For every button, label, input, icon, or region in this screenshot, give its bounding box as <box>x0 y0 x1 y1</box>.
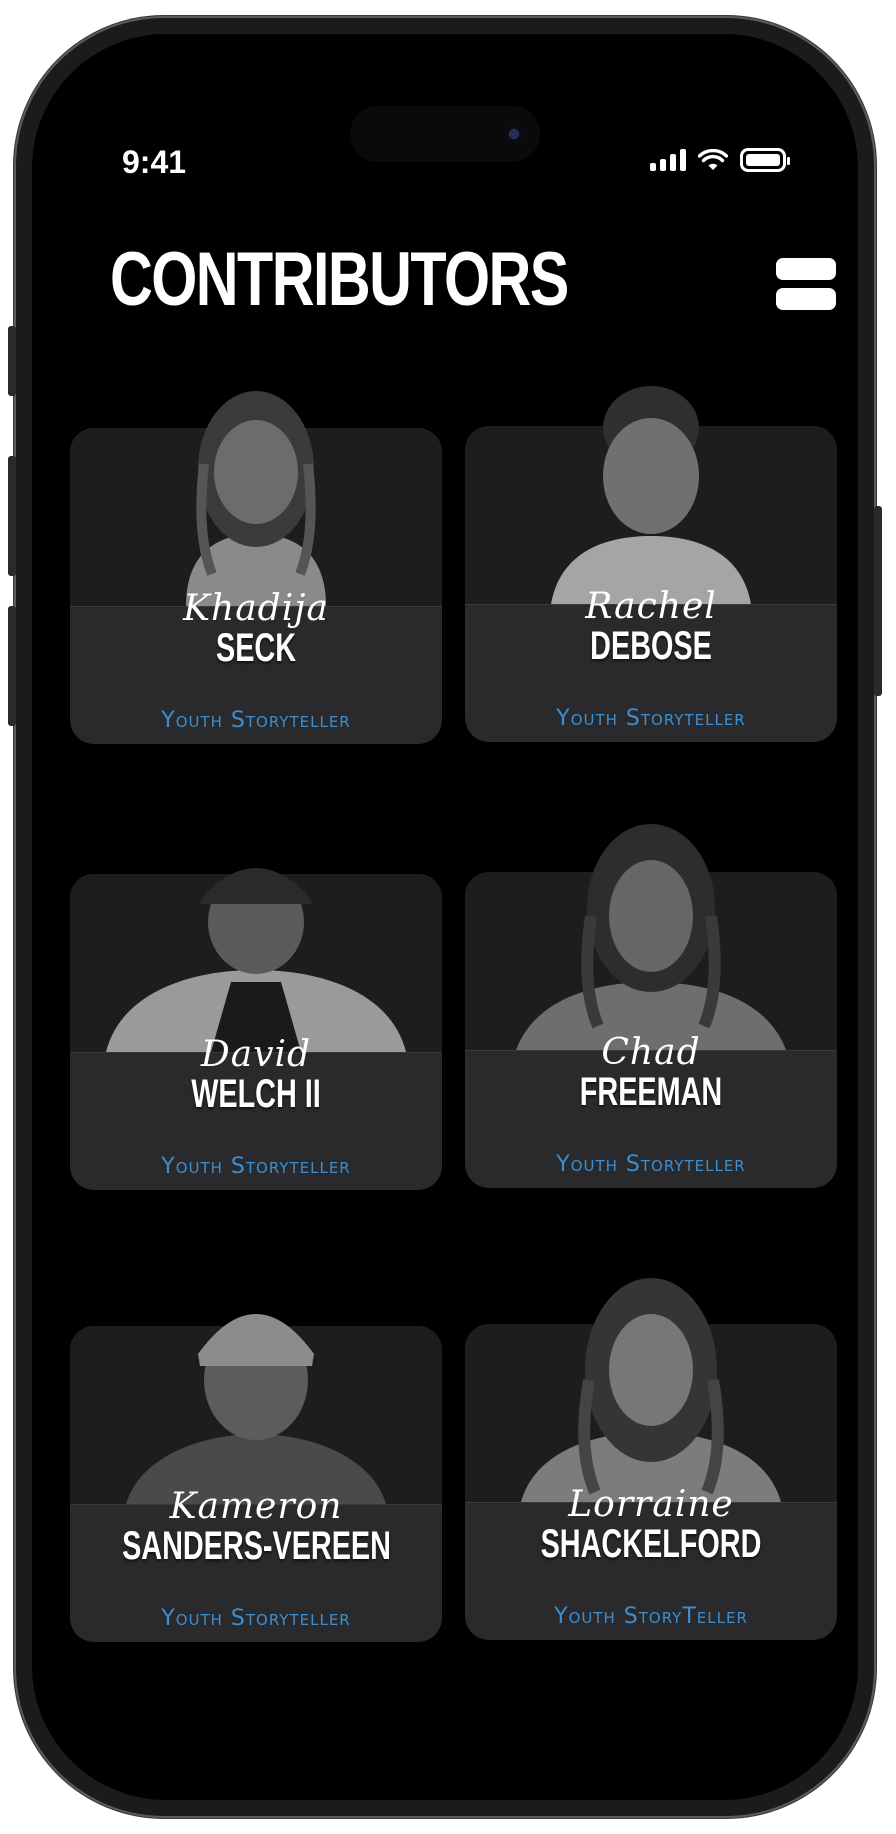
contributor-card[interactable]: Khadija SECK Youth Storyteller <box>70 391 442 744</box>
contributor-role: Youth Storyteller <box>161 1606 351 1631</box>
side-button-power <box>874 506 882 696</box>
contributor-last-name: WELCH II <box>191 1072 321 1116</box>
portrait-photo <box>126 1314 386 1504</box>
contributor-role: Youth Storyteller <box>556 1152 746 1177</box>
contributor-first-name: Chad <box>601 1032 701 1073</box>
contributor-last-name: SANDERS-VEREEN <box>122 1524 391 1568</box>
contributor-card[interactable]: David WELCH II Youth Storyteller <box>70 868 442 1190</box>
contributor-first-name: Khadija <box>183 588 329 629</box>
contributor-last-name: FREEMAN <box>579 1070 723 1114</box>
side-button-volume-up <box>8 456 16 576</box>
contributor-first-name: Rachel <box>585 586 717 627</box>
contributor-card[interactable]: Rachel DEBOSE Youth Storyteller <box>465 386 837 742</box>
contributor-role: Youth Storyteller <box>556 706 746 731</box>
contributor-card[interactable]: Lorraine SHACKELFORD Youth StoryTeller <box>465 1278 837 1640</box>
portrait-photo <box>106 868 406 1052</box>
side-button-volume-down <box>8 606 16 726</box>
contributor-first-name: David <box>200 1034 312 1075</box>
contributor-last-name: SHACKELFORD <box>540 1522 762 1566</box>
portrait-photo <box>521 1278 781 1502</box>
contributor-first-name: Kameron <box>169 1486 343 1527</box>
contributor-role: Youth Storyteller <box>161 708 351 733</box>
contributor-card[interactable]: Kameron SANDERS-VEREEN Youth Storyteller <box>70 1314 442 1642</box>
contributor-last-name: SECK <box>215 626 297 670</box>
contributor-last-name: DEBOSE <box>590 624 712 668</box>
portrait-photo <box>551 386 751 604</box>
side-button-action <box>8 326 16 396</box>
contributor-role: Youth Storyteller <box>161 1154 351 1179</box>
contributor-card[interactable]: Chad FREEMAN Youth Storyteller <box>465 824 837 1188</box>
portrait-photo <box>516 824 786 1050</box>
contributors-grid: Khadija SECK Youth Storyteller Rachel DE… <box>32 34 858 1800</box>
contributor-first-name: Lorraine <box>568 1484 734 1525</box>
contributor-role: Youth StoryTeller <box>554 1604 748 1629</box>
portrait-photo <box>186 391 326 606</box>
device-frame: 9:41 CONTRIBUTORS Khadija SECK Youth Sto… <box>8 16 882 1818</box>
screen: 9:41 CONTRIBUTORS Khadija SECK Youth Sto… <box>32 34 858 1800</box>
